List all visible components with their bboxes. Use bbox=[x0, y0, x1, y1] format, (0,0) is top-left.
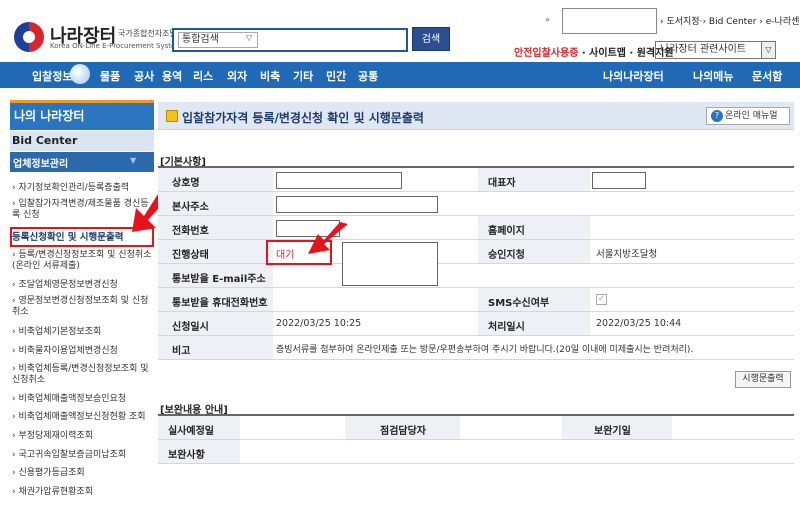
sidebar-item[interactable]: › 비축업체기본정보조회 bbox=[12, 327, 154, 338]
logo-subtitle-english: Korea ON-Line E-Procurement System bbox=[50, 42, 183, 50]
nav-item-my-menu[interactable]: 나의메뉴 bbox=[693, 68, 733, 84]
page-title: 입찰참가자격 등록/변경신청 확인 및 시행문출력 bbox=[182, 111, 424, 125]
sidebar-item[interactable]: › 비축업체매출액정보신청현황 조회 bbox=[12, 412, 154, 423]
approval-office-value: 서울지방조달청 bbox=[596, 249, 658, 260]
red-arrow-icon bbox=[308, 222, 348, 254]
sidebar-section-company-info[interactable]: 업체정보관리 bbox=[13, 155, 68, 170]
notepad-icon bbox=[166, 110, 178, 122]
table-bottom-border bbox=[158, 463, 794, 464]
remark-label: 비고 bbox=[172, 346, 191, 357]
bullet-icon: » bbox=[545, 15, 550, 24]
chevron-down-icon: ▼ bbox=[130, 156, 137, 165]
approval-office-label: 승인지청 bbox=[488, 250, 525, 261]
sidebar-item[interactable]: › 부정당제재이력조회 bbox=[12, 431, 154, 442]
email-field bbox=[342, 242, 438, 286]
globe-icon bbox=[70, 64, 90, 84]
sidebar-item[interactable]: › 비축업체매출액정보승인요청 bbox=[12, 394, 154, 405]
representative-label: 대표자 bbox=[488, 178, 516, 189]
nav-item-other[interactable]: 기타 bbox=[293, 68, 313, 84]
apply-date-label: 신청일시 bbox=[172, 322, 209, 333]
sidebar-title: 나의 나라장터 bbox=[14, 109, 85, 123]
inspection-date-label: 실사예정일 bbox=[168, 426, 214, 437]
row-divider bbox=[158, 311, 794, 312]
company-name-field bbox=[276, 172, 402, 189]
nav-item-construction[interactable]: 공사 bbox=[134, 68, 154, 84]
apply-date-value: 2022/03/25 10:25 bbox=[276, 318, 362, 329]
sidebar-item[interactable]: › 신용평가등급조회 bbox=[12, 468, 154, 479]
row-divider bbox=[158, 191, 794, 192]
nav-item-stockpile[interactable]: 비축 bbox=[260, 68, 280, 84]
help-icon: ? bbox=[711, 110, 723, 122]
sidebar-item[interactable]: › 자기정보확인관리/등록증출력 bbox=[12, 183, 154, 194]
safe-bid-link[interactable]: 안전입찰사용증 bbox=[514, 48, 578, 59]
chevron-down-icon[interactable]: ▽ bbox=[761, 41, 776, 59]
sidebar-item[interactable]: › 채권가압류현황조회 bbox=[12, 487, 154, 498]
process-date-label: 처리일시 bbox=[488, 322, 525, 333]
chevron-down-icon: ▽ bbox=[246, 33, 253, 42]
nav-item-my-narajangteo[interactable]: 나의나라장터 bbox=[603, 68, 664, 84]
sidebar-item[interactable]: › 비축업체등록/변경신청정보조회 및 신청취소 bbox=[12, 364, 154, 386]
phone-label: 전화번호 bbox=[172, 226, 209, 237]
nav-item-service[interactable]: 용역 bbox=[162, 68, 182, 84]
nav-item-goods[interactable]: 물품 bbox=[100, 68, 120, 84]
nav-item-foreign[interactable]: 외자 bbox=[227, 68, 247, 84]
row-divider bbox=[158, 215, 794, 216]
nav-item-bid-info[interactable]: 입찰정보 bbox=[32, 68, 72, 84]
nav-item-lease[interactable]: 리스 bbox=[193, 68, 213, 84]
status-label: 진행상태 bbox=[172, 250, 209, 261]
row-divider bbox=[158, 263, 794, 264]
sidebar-item[interactable]: › 영문정보변경신청정보조회 및 신청취소 bbox=[12, 296, 154, 318]
nav-item-documents[interactable]: 문서함 bbox=[752, 68, 782, 84]
top-links[interactable]: › 도서지정·› Bid Center › e-나라센터 bbox=[660, 14, 800, 27]
representative-field bbox=[592, 172, 646, 189]
table-bottom-border bbox=[158, 359, 794, 360]
process-date-value: 2022/03/25 10:44 bbox=[596, 318, 682, 329]
row-divider bbox=[158, 287, 794, 288]
email-label: 통보받을 E-mail주소 bbox=[172, 274, 266, 285]
redacted-box bbox=[562, 8, 657, 34]
address-field bbox=[276, 196, 438, 213]
sidebar-item[interactable]: › 국고귀속입찰보증금미납조회 bbox=[12, 450, 154, 461]
homepage-label: 홈페이지 bbox=[488, 226, 525, 237]
related-sites-select[interactable]: 나라장터 관련사이트 bbox=[655, 41, 775, 59]
sidebar-item[interactable]: › 조달업체영문정보변경신청 bbox=[12, 280, 154, 291]
row-divider bbox=[158, 439, 794, 440]
nav-item-common[interactable]: 공통 bbox=[358, 68, 378, 84]
sidebar-item[interactable]: › 비축물자이용업체변경신청 bbox=[12, 346, 154, 357]
row-divider bbox=[158, 335, 794, 336]
utility-links[interactable]: 안전입찰사용증 · 사이트맵 · 원격지원 bbox=[514, 44, 674, 59]
logo-mark[interactable] bbox=[14, 22, 44, 52]
mobile-label: 통보받을 휴대전화번호 bbox=[172, 298, 268, 309]
row-divider bbox=[158, 239, 794, 240]
logo-subtitle-korean: 국가종합전자조달 bbox=[118, 29, 177, 38]
deadline-label: 보완기일 bbox=[594, 426, 631, 437]
table-top-border bbox=[158, 414, 794, 416]
address-label: 본사주소 bbox=[172, 202, 209, 213]
print-notice-button[interactable]: 시행문출력 bbox=[735, 371, 791, 388]
sms-checkbox[interactable]: ✓ bbox=[596, 294, 607, 305]
supplement-content-label: 보완사항 bbox=[168, 450, 205, 461]
nav-item-private[interactable]: 민간 bbox=[326, 68, 346, 84]
sidebar-item[interactable]: › 등록/변경신청정보조회 및 신청취소 (온라인 서류제출) bbox=[12, 250, 154, 272]
sidebar-item-bid-center[interactable]: Bid Center bbox=[12, 134, 77, 147]
sms-label: SMS수신여부 bbox=[488, 298, 550, 309]
search-button[interactable]: 검색 bbox=[412, 27, 450, 51]
officer-label: 점검담당자 bbox=[380, 426, 426, 437]
remark-value: 증빙서류를 첨부하여 온라인제출 또는 방문/우편송부하여 주시기 바랍니다.(… bbox=[276, 345, 694, 355]
company-name-label: 상호명 bbox=[172, 178, 200, 189]
